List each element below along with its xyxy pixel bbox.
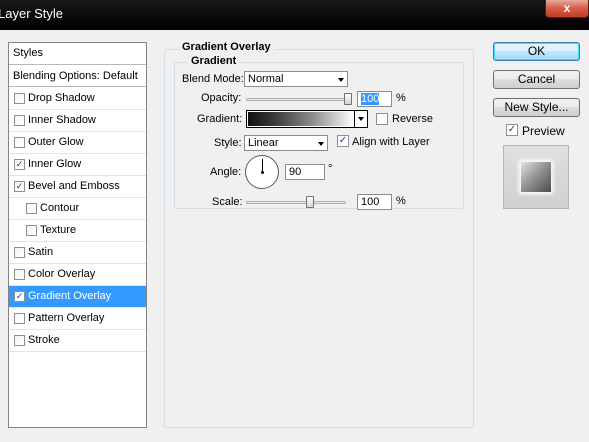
chevron-down-icon <box>338 78 344 82</box>
style-item-inner-glow[interactable]: ✓ Inner Glow <box>9 154 146 176</box>
style-item-label: Inner Shadow <box>28 114 96 126</box>
style-item-label: Bevel and Emboss <box>28 180 120 192</box>
gradient-dropdown-button[interactable] <box>354 111 367 127</box>
style-preview <box>503 145 569 209</box>
styles-header[interactable]: Styles <box>9 43 146 65</box>
style-checkbox[interactable] <box>14 269 25 280</box>
scale-label: Scale: <box>212 196 243 208</box>
window-title: Layer Style <box>0 6 64 21</box>
style-item-contour[interactable]: Contour <box>9 198 146 220</box>
style-checkbox[interactable]: ✓ <box>14 291 25 302</box>
style-item-label: Gradient Overlay <box>28 290 112 302</box>
group-title: Gradient <box>188 55 240 67</box>
cancel-button[interactable]: Cancel <box>493 70 580 89</box>
style-item-label: Satin <box>28 246 54 258</box>
opacity-label: Opacity: <box>201 92 242 104</box>
reverse-label: Reverse <box>392 113 433 125</box>
align-with-layer-checkbox[interactable]: ✓ <box>337 135 349 147</box>
style-item-label: Drop Shadow <box>28 92 95 104</box>
style-item-stroke[interactable]: Stroke <box>9 330 146 352</box>
scale-slider-thumb[interactable] <box>306 196 314 208</box>
style-item-color-overlay[interactable]: Color Overlay <box>9 264 146 286</box>
style-item-label: Contour <box>40 202 80 214</box>
style-value: Linear <box>248 137 279 149</box>
blend-mode-label: Blend Mode: <box>182 73 244 85</box>
opacity-value: 100 <box>361 93 380 105</box>
style-checkbox[interactable] <box>14 93 25 104</box>
style-checkbox[interactable]: ✓ <box>14 181 25 192</box>
angle-value: 90 <box>289 166 302 178</box>
style-checkbox[interactable] <box>14 115 25 126</box>
style-checkbox[interactable] <box>14 335 25 346</box>
style-item-drop-shadow[interactable]: Drop Shadow <box>9 88 146 110</box>
align-with-layer-label: Align with Layer <box>352 136 430 148</box>
angle-label: Angle: <box>210 166 242 178</box>
angle-dial[interactable] <box>245 155 279 189</box>
style-checkbox[interactable] <box>26 225 37 236</box>
align-check-icon: ✓ <box>338 135 348 146</box>
close-button[interactable]: x <box>545 0 589 18</box>
style-item-label: Outer Glow <box>28 136 84 148</box>
scale-input[interactable]: 100 <box>357 194 392 210</box>
scale-value: 100 <box>361 196 380 208</box>
style-item-pattern-overlay[interactable]: Pattern Overlay <box>9 308 146 330</box>
opacity-slider-track[interactable] <box>246 98 350 101</box>
angle-input[interactable]: 90 <box>285 164 325 180</box>
opacity-input[interactable]: 100 <box>357 91 392 107</box>
blend-mode-value: Normal <box>248 73 284 85</box>
style-item-label: Stroke <box>28 334 60 346</box>
style-item-label: Pattern Overlay <box>28 312 105 324</box>
angle-dial-center <box>261 171 264 174</box>
close-icon: x <box>563 1 571 15</box>
style-checkbox[interactable] <box>14 247 25 258</box>
style-item-texture[interactable]: Texture <box>9 220 146 242</box>
new-style-button[interactable]: New Style... <box>493 98 580 117</box>
title-bar[interactable]: Layer Style x <box>0 0 589 30</box>
gradient-picker[interactable] <box>246 110 368 128</box>
style-checkbox[interactable] <box>14 137 25 148</box>
opacity-slider-thumb[interactable] <box>344 93 352 105</box>
style-checkbox[interactable] <box>26 203 37 214</box>
preview-checkbox[interactable]: ✓ <box>506 124 518 136</box>
style-item-bevel-and-emboss[interactable]: ✓ Bevel and Emboss <box>9 176 146 198</box>
preview-swatch <box>521 162 551 192</box>
style-item-label: Color Overlay <box>28 268 96 280</box>
blending-options-item[interactable]: Blending Options: Default <box>9 66 146 87</box>
gradient-label: Gradient: <box>197 113 243 125</box>
chevron-down-icon <box>318 142 324 146</box>
gradient-preview[interactable] <box>248 112 354 126</box>
opacity-unit: % <box>396 92 406 104</box>
scale-unit: % <box>396 195 406 207</box>
preview-label: Preview <box>522 124 565 138</box>
scale-slider-track[interactable] <box>246 201 346 204</box>
ok-button[interactable]: OK <box>493 42 580 61</box>
style-checkbox[interactable] <box>14 313 25 324</box>
style-item-gradient-overlay[interactable]: ✓ Gradient Overlay <box>9 286 146 308</box>
reverse-checkbox[interactable] <box>376 113 388 125</box>
style-label: Style: <box>214 137 242 149</box>
blend-mode-select[interactable]: Normal <box>244 71 348 87</box>
style-select[interactable]: Linear <box>244 135 328 151</box>
style-item-label: Inner Glow <box>28 158 82 170</box>
style-item-satin[interactable]: Satin <box>9 242 146 264</box>
style-item-inner-shadow[interactable]: Inner Shadow <box>9 110 146 132</box>
angle-unit: ° <box>328 163 333 175</box>
dialog-body: Styles Blending Options: Default Drop Sh… <box>0 30 589 442</box>
styles-list: Styles Blending Options: Default Drop Sh… <box>8 42 147 428</box>
style-checkbox[interactable]: ✓ <box>14 159 25 170</box>
style-item-outer-glow[interactable]: Outer Glow <box>9 132 146 154</box>
preview-check-icon: ✓ <box>507 124 517 135</box>
section-title: Gradient Overlay <box>179 41 274 53</box>
style-item-label: Texture <box>40 224 77 236</box>
